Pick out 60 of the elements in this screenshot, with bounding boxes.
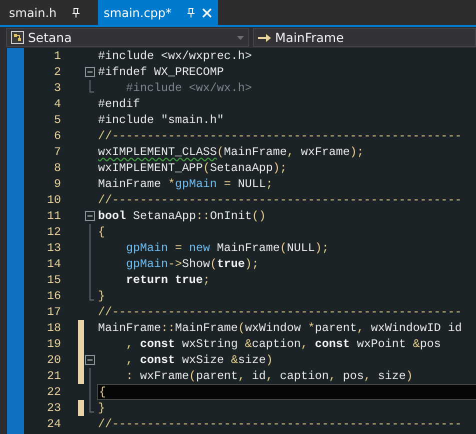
code-line: wxIMPLEMENT_CLASS(MainFrame, wxFrame);	[97, 144, 365, 160]
code-line: //--------------------------------------------------	[97, 128, 463, 144]
line-number: 2	[53, 65, 61, 79]
line-number: 16	[46, 289, 61, 303]
code-line: return true;	[124, 272, 211, 288]
code-line: #include "smain.h"	[97, 112, 225, 128]
code-line: //--------------------------------------------------	[97, 416, 463, 432]
line-number: 22	[46, 385, 61, 399]
line-number: 18	[46, 321, 61, 335]
line-number: 4	[53, 97, 61, 111]
code-line: {	[97, 224, 106, 240]
line-number: 13	[46, 241, 61, 255]
code-line: gpMain->Show(true);	[124, 256, 260, 272]
editor-tab[interactable]: smain.cpp*	[98, 0, 218, 25]
class-icon	[11, 31, 24, 44]
line-number: 14	[46, 257, 61, 271]
line-number: 24	[46, 417, 61, 431]
line-number: 7	[53, 145, 61, 159]
line-number: 17	[46, 305, 61, 319]
collapse-icon[interactable]	[85, 67, 95, 77]
code-line: #ifndef WX_PRECOMP	[97, 64, 225, 80]
code-line: #include <wx/wx.h>	[124, 80, 253, 96]
line-number: 20	[46, 353, 61, 367]
close-icon[interactable]	[202, 8, 212, 18]
scope-dropdown[interactable]: Setana	[6, 28, 249, 47]
fold-guide	[89, 80, 94, 93]
caret-icon	[237, 36, 244, 40]
line-number: 3	[53, 81, 61, 95]
line-number: 12	[46, 225, 61, 239]
code-line: //--------------------------------------------------	[97, 192, 463, 208]
pin-icon[interactable]	[72, 8, 80, 18]
code-line: //--------------------------------------------------	[97, 304, 463, 320]
code-line: }	[97, 288, 106, 304]
line-number: 23	[46, 401, 61, 415]
code-line: MainFrame *gpMain = NULL;	[97, 176, 274, 192]
arrow-icon	[258, 32, 271, 42]
code-line: #include <wx/wxprec.h>	[97, 48, 253, 64]
code-line: gpMain = new MainFrame(NULL);	[124, 240, 330, 256]
line-number: 6	[53, 129, 61, 143]
line-number: 10	[46, 193, 61, 207]
collapse-icon[interactable]	[85, 355, 95, 365]
collapse-icon[interactable]	[85, 211, 95, 221]
code-line: , const wxString &caption, const wxPoint &pos	[124, 336, 442, 352]
code-line: , const wxSize &size)	[124, 352, 274, 368]
code-line: bool SetanaApp::OnInit()	[97, 208, 267, 224]
line-number: 19	[46, 337, 61, 351]
line-number: 21	[46, 369, 61, 383]
code-line: MainFrame::MainFrame(wxWindow *parent, wxWindowID id	[97, 320, 463, 336]
line-number: 9	[53, 177, 61, 191]
code-line: wxIMPLEMENT_APP(SetanaApp);	[97, 160, 288, 176]
code-line: }	[97, 400, 106, 416]
line-number: 8	[53, 161, 61, 175]
code-line: : wxFrame(parent, id, caption, pos, size)	[124, 368, 414, 384]
member-dropdown[interactable]: MainFrame	[253, 28, 476, 47]
line-number: 11	[46, 209, 61, 223]
line-number: 5	[53, 113, 61, 127]
editor-tab[interactable]: smain.h	[3, 0, 86, 25]
line-number: 15	[46, 273, 61, 287]
code-line: #endif	[97, 96, 141, 112]
line-number: 1	[53, 49, 61, 63]
